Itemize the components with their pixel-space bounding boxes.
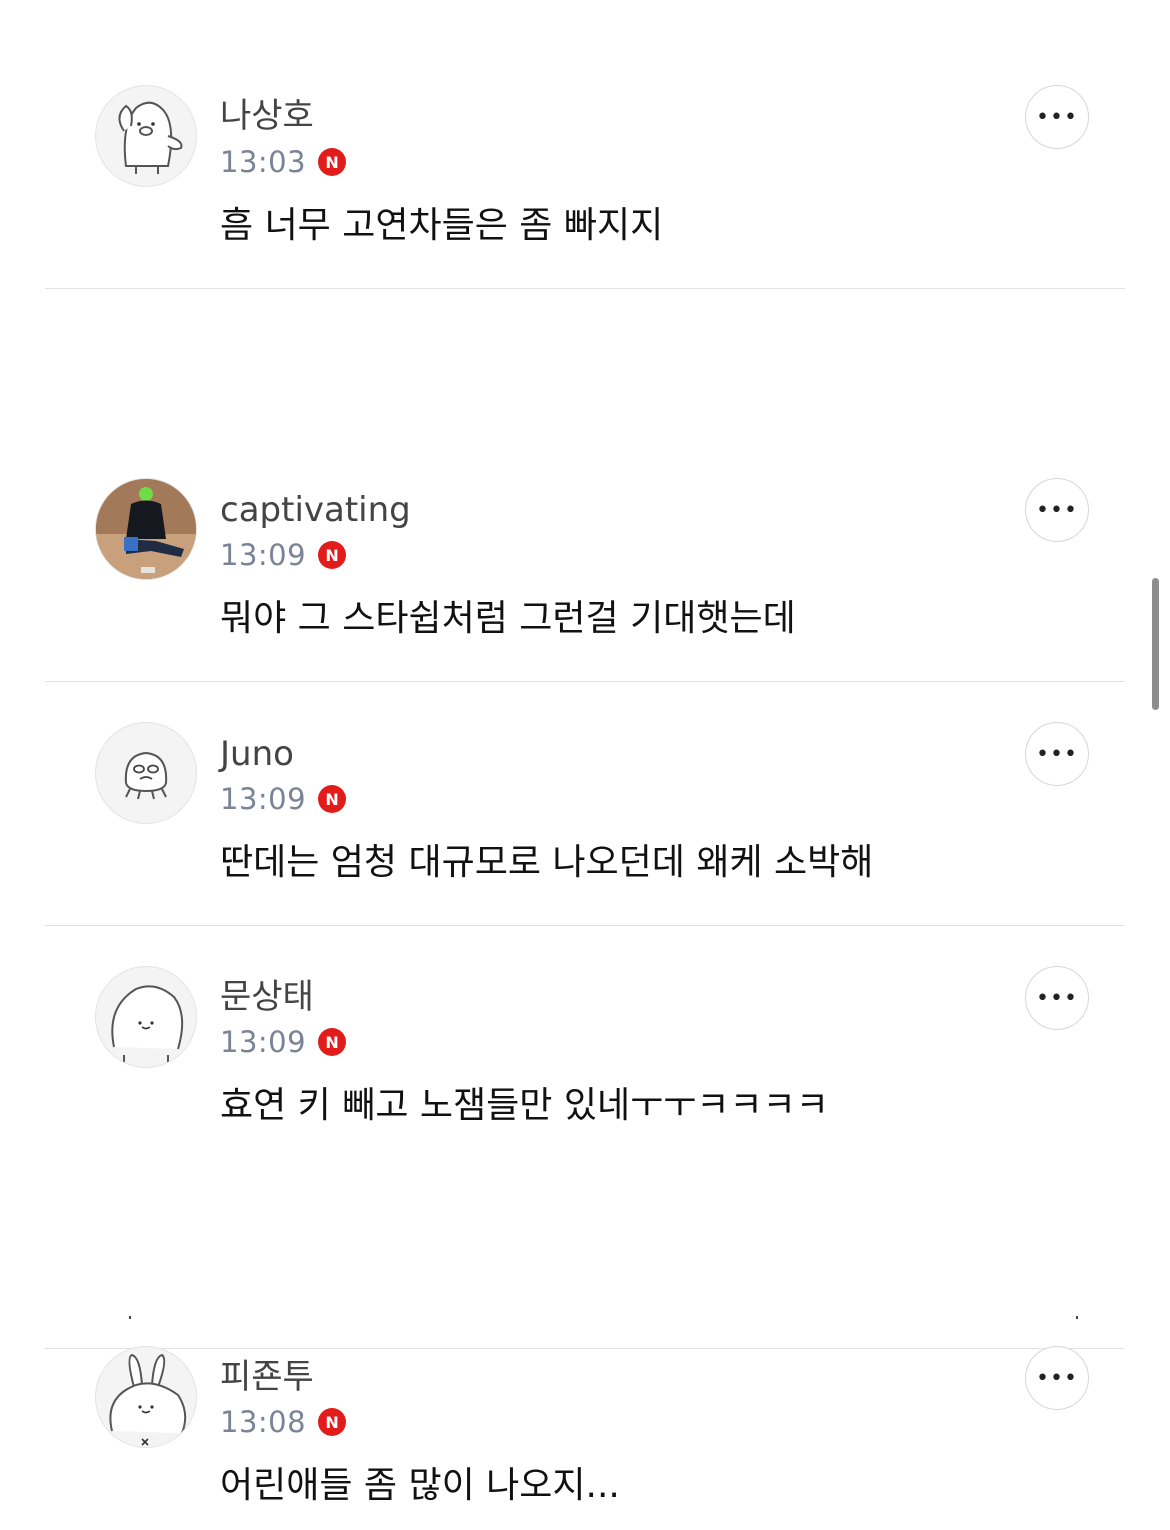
comment-text: 어린애들 좀 많이 나오지... [220, 1465, 620, 1506]
comment-time: 13:09 [220, 538, 307, 572]
new-badge-icon: N [318, 785, 347, 813]
scrollbar[interactable] [1152, 578, 1159, 710]
octopus-avatar-icon[interactable] [95, 722, 197, 824]
new-badge-icon: N [318, 148, 347, 176]
new-badge-icon: N [318, 1408, 347, 1436]
comment-time: 13:09 [220, 1025, 307, 1059]
comment-text: 뭐야 그 스타쉽처럼 그런걸 기대햇는데 [220, 598, 796, 639]
edge-mark [129, 1316, 131, 1319]
comment-time: 13:08 [220, 1405, 307, 1439]
edge-mark [1076, 1316, 1078, 1319]
comment-meta: 13:08 N [220, 1404, 347, 1440]
more-options-button[interactable]: ••• [1025, 478, 1089, 542]
comment-meta: 13:03 N [220, 144, 347, 180]
more-options-button[interactable]: ••• [1025, 1346, 1089, 1410]
comment-meta: 13:09 N [220, 537, 347, 573]
divider [45, 925, 1125, 926]
blob-avatar-icon[interactable] [95, 966, 197, 1068]
comment-meta: 13:09 N [220, 781, 347, 817]
comment-author[interactable]: captivating [220, 490, 411, 530]
comment-author[interactable]: Juno [220, 734, 294, 774]
comment-text: 딴데는 엄청 대규모로 나오던데 왜케 소박해 [220, 842, 874, 883]
comment-meta: 13:09 N [220, 1024, 347, 1060]
comment-author[interactable]: 피죤투 [220, 1357, 314, 1397]
more-options-button[interactable]: ••• [1025, 85, 1089, 149]
new-badge-icon: N [318, 1028, 347, 1056]
comment-author[interactable]: 나상호 [220, 96, 314, 136]
penguin-avatar-icon[interactable] [95, 85, 197, 187]
divider [45, 681, 1125, 682]
more-options-button[interactable]: ••• [1025, 966, 1089, 1030]
divider [45, 288, 1125, 289]
comment-text: 흠 너무 고연차들은 좀 빠지지 [220, 205, 664, 246]
comment-author[interactable]: 문상태 [220, 977, 314, 1017]
comment-time: 13:03 [220, 145, 307, 179]
comment-time: 13:09 [220, 782, 307, 816]
new-badge-icon: N [318, 541, 347, 569]
photo-avatar[interactable] [95, 478, 197, 580]
more-options-button[interactable]: ••• [1025, 722, 1089, 786]
comment-text: 효연 키 빼고 노잼들만 있네ㅜㅜㅋㅋㅋㅋ [220, 1085, 829, 1126]
rabbit-avatar-icon[interactable] [95, 1346, 197, 1448]
divider [45, 1348, 1125, 1349]
